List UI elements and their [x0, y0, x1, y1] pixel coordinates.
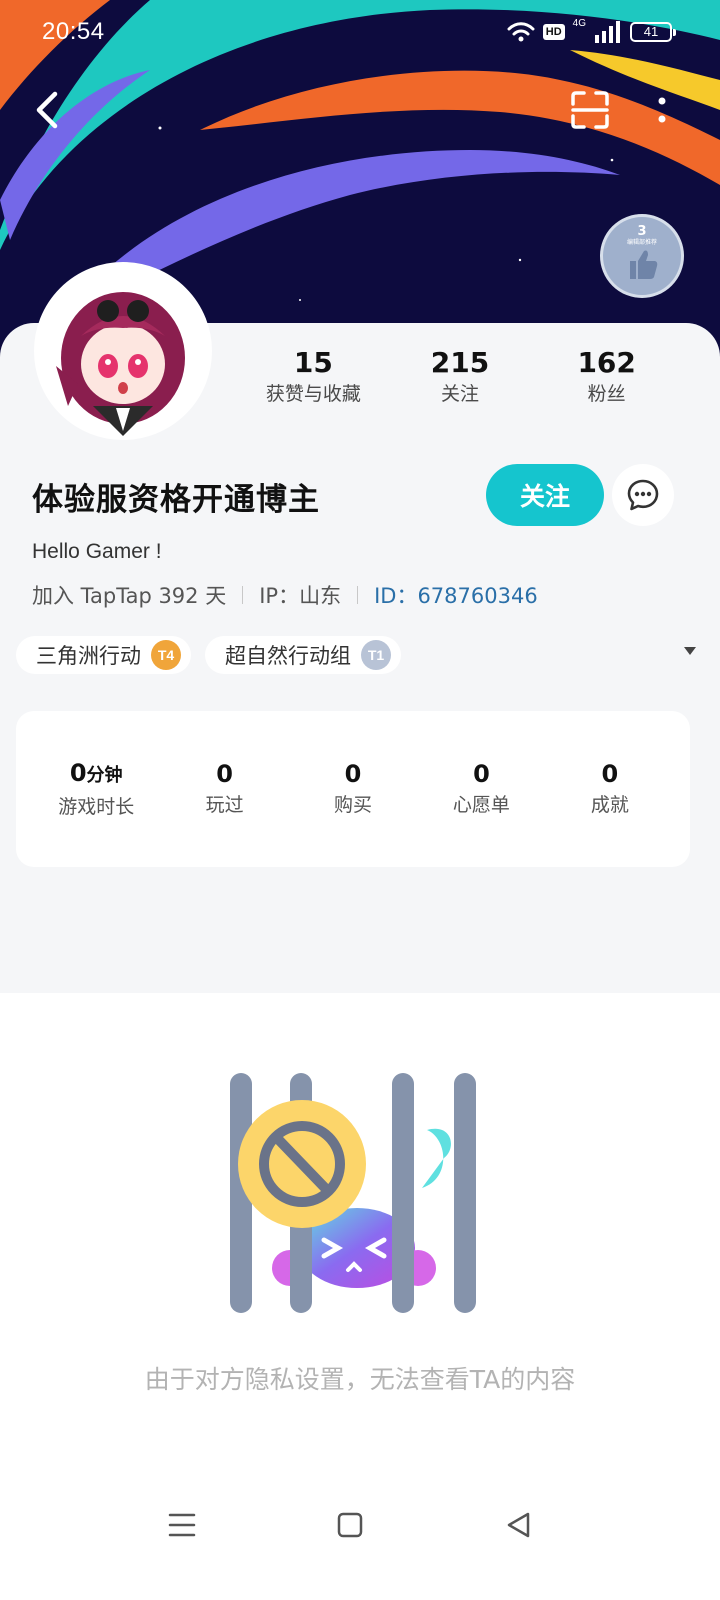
more-vertical-icon: [658, 97, 666, 123]
game-tag[interactable]: 三角洲行动 T4: [16, 636, 191, 674]
message-button[interactable]: [612, 464, 674, 526]
summary-label: 购买: [334, 794, 373, 816]
avatar[interactable]: [34, 262, 212, 440]
summary-played[interactable]: 0 玩过: [160, 758, 288, 820]
profile-stats: 15 获赞与收藏 215 关注 162 粉丝: [240, 346, 680, 416]
game-tags: 三角洲行动 T4 超自然行动组 T1: [16, 635, 696, 675]
summary-value: 0: [69, 758, 87, 787]
privacy-message: 由于对方隐私设置，无法查看TA的内容: [144, 1365, 576, 1394]
medal-number: 3: [637, 224, 647, 239]
stat-likes[interactable]: 15 获赞与收藏: [240, 346, 387, 416]
scan-icon: [571, 91, 609, 129]
back-button[interactable]: [22, 84, 74, 136]
more-options-button[interactable]: [636, 84, 688, 136]
status-bar: 20:54 HD 4G 41: [0, 0, 720, 64]
summary-unit: 分钟: [86, 764, 123, 786]
join-days: 加入 TapTap 392 天: [32, 584, 227, 608]
chat-bubble-icon: [627, 479, 659, 511]
stat-following[interactable]: 215 关注: [387, 346, 534, 416]
hd-badge: HD: [542, 24, 565, 40]
ip-location: IP：山东: [259, 584, 342, 608]
menu-icon: [168, 1513, 196, 1537]
stat-label: 粉丝: [587, 383, 626, 405]
privacy-blocked-illustration: [222, 1068, 492, 1318]
summary-value: 0: [473, 760, 490, 788]
summary-label: 心愿单: [452, 794, 510, 816]
thumbs-up-icon: [630, 250, 658, 279]
summary-value: 0: [601, 760, 619, 788]
summary-value: 0: [216, 760, 233, 788]
stat-value: 162: [577, 346, 636, 379]
divider: [357, 586, 359, 604]
recent-apps-button[interactable]: [152, 1500, 212, 1550]
game-summary: 0分钟 游戏时长 0 玩过 0 购买 0 心愿单 0 成就: [16, 711, 690, 867]
home-button[interactable]: [320, 1500, 380, 1550]
stat-value: 15: [293, 346, 333, 379]
game-tag-label: 超自然行动组: [225, 644, 351, 668]
system-nav-bar: [0, 1490, 720, 1560]
battery-indicator: 41: [630, 22, 676, 42]
tier-badge-icon: T4: [151, 640, 181, 670]
summary-label: 玩过: [205, 794, 244, 816]
status-time: 20:54: [42, 18, 105, 45]
summary-playtime[interactable]: 0分钟 游戏时长: [32, 757, 160, 822]
stat-followers[interactable]: 162 粉丝: [533, 346, 680, 416]
follow-button[interactable]: 关注: [486, 464, 604, 526]
summary-wishlist[interactable]: 0 心愿单: [417, 758, 545, 820]
user-id[interactable]: ID：678760346: [374, 580, 538, 610]
system-back-button[interactable]: [488, 1500, 548, 1550]
home-square-icon: [337, 1512, 363, 1538]
wifi-icon: [507, 22, 535, 42]
divider: [242, 586, 244, 604]
back-triangle-icon: [507, 1512, 530, 1538]
status-icons: HD 4G 41: [507, 18, 676, 46]
game-tag-label: 三角洲行动: [36, 644, 141, 668]
summary-label: 游戏时长: [58, 795, 135, 818]
summary-label: 成就: [590, 794, 629, 816]
summary-purchased[interactable]: 0 购买: [289, 758, 417, 820]
summary-achievements[interactable]: 0 成就: [546, 758, 674, 820]
game-tag[interactable]: 超自然行动组 T1: [205, 636, 401, 674]
signal-icon: [595, 21, 620, 43]
tier-badge-icon: T1: [361, 640, 391, 670]
summary-value: 0: [344, 760, 362, 788]
profile-name: 体验服资格开通博主: [32, 482, 320, 518]
profile-meta: 加入 TapTap 392 天 IP：山东 ID：678760346: [32, 580, 538, 610]
scan-button[interactable]: [564, 84, 616, 136]
recommend-medal[interactable]: 3 编辑部推荐: [600, 214, 684, 298]
stat-label: 关注: [441, 383, 480, 405]
medal-text: 编辑部推荐: [626, 239, 657, 246]
profile-bio: Hello Gamer !: [32, 540, 162, 563]
stat-value: 215: [430, 346, 490, 379]
expand-tags-icon[interactable]: [684, 647, 696, 655]
network-type: 4G: [572, 18, 586, 29]
avatar-illustration: [38, 266, 208, 436]
stat-label: 获赞与收藏: [265, 383, 361, 405]
jail-mascot-illustration: [230, 1073, 476, 1313]
chevron-left-icon: [36, 91, 58, 129]
